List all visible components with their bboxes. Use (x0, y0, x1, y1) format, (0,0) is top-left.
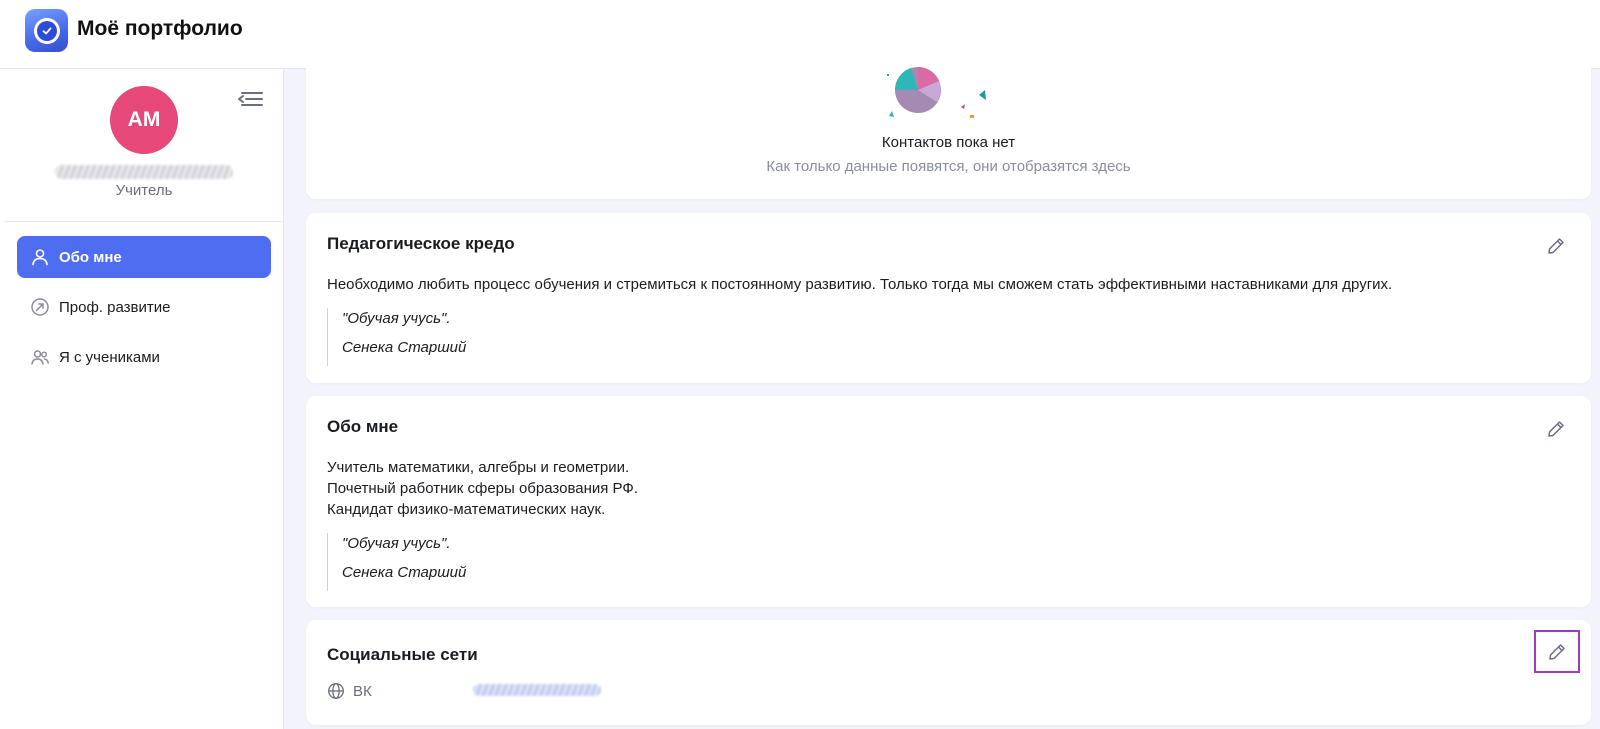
credo-card: Педагогическое кредо Необходимо любить п… (306, 213, 1591, 383)
sidebar-item-prof-development[interactable]: Проф. развитие (17, 286, 271, 328)
card-title: Социальные сети (327, 645, 478, 664)
social-card: Социальные сети ВК (306, 620, 1591, 725)
sidebar-item-with-students[interactable]: Я с учениками (17, 336, 271, 378)
quote-author: Сенека Старший (342, 339, 467, 356)
about-card: Обо мне Учитель математики, алгебры и ге… (306, 396, 1591, 607)
empty-state-illustration (887, 67, 986, 118)
edit-credo-button[interactable] (1545, 235, 1567, 257)
app-title: Моё портфолио (77, 17, 243, 40)
about-quote-block: "Обучая учусь". Сенека Старший (327, 533, 466, 591)
quote-text: "Обучая учусь". (342, 535, 451, 552)
empty-state-title: Контактов пока нет (881, 134, 1016, 151)
about-line: Кандидат физико-математических наук. (327, 501, 606, 518)
sidebar-item-about[interactable]: Обо мне (17, 236, 271, 278)
quote-text: "Обучая учусь". (342, 310, 451, 327)
user-role: Учитель (115, 182, 173, 199)
sidebar-item-label: Проф. развитие (59, 298, 171, 316)
credo-quote-block: "Обучая учусь". Сенека Старший (327, 308, 466, 366)
about-line: Почетный работник сферы образования РФ. (327, 480, 638, 497)
sidebar-divider (5, 221, 284, 222)
avatar: АМ (110, 86, 178, 154)
globe-icon (328, 683, 344, 699)
pencil-icon (1549, 643, 1565, 660)
edit-about-button[interactable] (1545, 418, 1567, 440)
sidebar: АМ Учитель Обо мне Проф. развитие Я с уч… (0, 69, 284, 729)
growth-arrow-icon (30, 297, 50, 317)
social-item-vk: ВК (327, 682, 372, 700)
user-name-redacted (55, 165, 233, 179)
pencil-icon (1548, 238, 1564, 254)
about-text: Учитель математики, алгебры и геометрии.… (327, 457, 638, 520)
users-icon (30, 347, 50, 367)
social-link-redacted[interactable] (473, 684, 601, 696)
social-label: ВК (353, 682, 372, 700)
sidebar-item-label: Я с учениками (59, 348, 160, 366)
user-icon (30, 247, 50, 267)
portfolio-check-icon[interactable] (25, 9, 68, 52)
credo-text: Необходимо любить процесс обучения и стр… (327, 276, 1393, 293)
quote-author: Сенека Старший (342, 564, 467, 581)
edit-social-button[interactable] (1534, 630, 1580, 673)
contacts-card: Контактов пока нет Как только данные поя… (306, 58, 1591, 199)
empty-state-subtitle: Как только данные появятся, они отобразя… (766, 158, 1131, 175)
pencil-icon (1548, 421, 1564, 437)
card-title: Педагогическое кредо (327, 234, 515, 253)
card-title: Обо мне (327, 417, 399, 436)
sidebar-item-label: Обо мне (59, 248, 122, 266)
collapse-sidebar-icon[interactable] (236, 87, 264, 111)
about-line: Учитель математики, алгебры и геометрии. (327, 459, 630, 476)
